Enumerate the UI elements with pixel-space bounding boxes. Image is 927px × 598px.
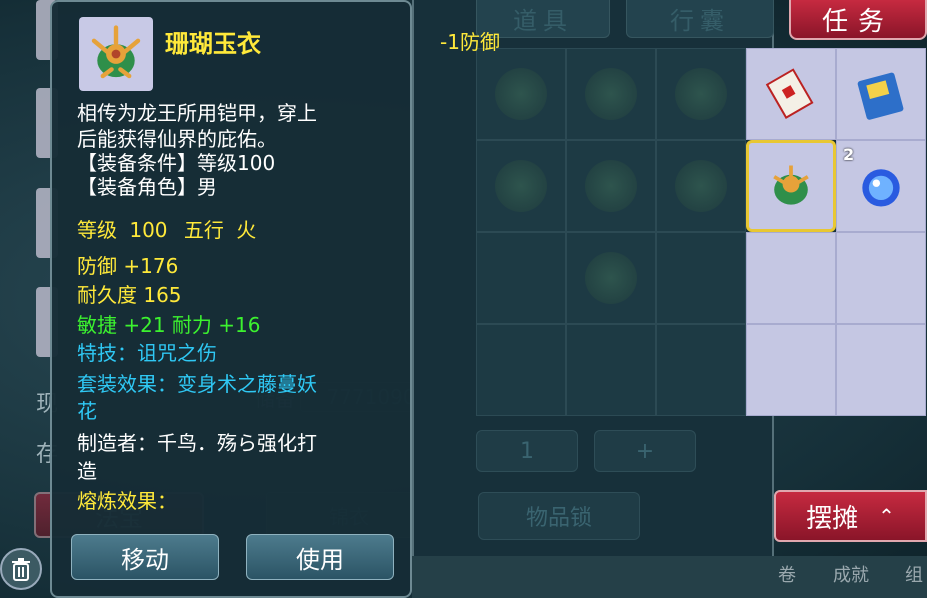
move-button[interactable]: 移动	[71, 534, 219, 580]
quantity-field[interactable]: 1	[476, 430, 578, 472]
inventory-slot[interactable]	[566, 48, 656, 140]
trash-icon	[12, 558, 30, 581]
inventory-slot[interactable]	[836, 324, 926, 416]
inventory-slot[interactable]	[566, 324, 656, 416]
inventory-slot[interactable]	[566, 232, 656, 324]
inventory-slot[interactable]	[746, 48, 836, 140]
inventory-slot[interactable]	[656, 232, 746, 324]
chevron-up-icon: ⌃	[878, 504, 895, 528]
effect-popup-text: -1防御	[440, 30, 500, 54]
maker-line: 制造者：千鸟．殇ら强化打	[77, 431, 317, 455]
inventory-slot[interactable]	[656, 140, 746, 232]
inventory-slot[interactable]	[476, 324, 566, 416]
item-name: 珊瑚玉衣	[165, 30, 261, 58]
equip-requirement-level: 【装备条件】等级100	[77, 151, 276, 175]
element-value: 火	[236, 218, 257, 242]
inventory-slot[interactable]	[656, 48, 746, 140]
item-lock-button[interactable]: 物品锁	[478, 492, 640, 540]
inventory-slot[interactable]	[746, 232, 836, 324]
bottom-item-group[interactable]: 组	[905, 561, 923, 587]
inventory-slot[interactable]	[476, 140, 566, 232]
set-effect-line: 套装效果：变身术之藤蔓妖	[77, 372, 317, 396]
inventory-slot[interactable]	[476, 232, 566, 324]
item-icon-frame	[79, 17, 153, 91]
inventory-slot[interactable]	[836, 232, 926, 324]
inventory-grid: 2	[476, 48, 926, 416]
item-description-line: 后能获得仙界的庇佑。	[77, 127, 277, 151]
stall-button[interactable]: 摆摊 ⌃	[774, 490, 927, 542]
trash-button[interactable]	[0, 548, 42, 590]
scroll-icon	[765, 68, 814, 119]
bottom-item-achievement[interactable]: 成就	[833, 561, 869, 587]
quantity-plus-button[interactable]: +	[594, 430, 696, 472]
item-description-line: 相传为龙王所用铠甲，穿上	[77, 101, 317, 125]
use-button[interactable]: 使用	[246, 534, 394, 580]
tab-bag[interactable]: 行囊	[626, 0, 774, 38]
durability-stat: 耐久度 165	[77, 283, 182, 307]
level-element-row: 等级 100 五行 火	[77, 217, 256, 243]
inventory-slot[interactable]	[836, 48, 926, 140]
book-icon	[857, 72, 904, 120]
tab-task[interactable]: 任务	[789, 0, 927, 40]
inventory-slot[interactable]	[476, 48, 566, 140]
bottom-item-scroll[interactable]: 卷	[778, 561, 796, 587]
stall-button-label: 摆摊	[806, 503, 859, 534]
coral-armor-icon	[773, 165, 809, 205]
level-value: 100	[129, 218, 168, 242]
stack-count: 2	[843, 145, 855, 164]
orb-icon	[862, 169, 900, 207]
set-effect-line: 花	[77, 399, 97, 423]
maker-line: 造	[77, 459, 97, 483]
equip-requirement-role: 【装备角色】男	[77, 175, 217, 199]
special-skill: 特技：诅咒之伤	[77, 341, 217, 365]
level-label: 等级	[77, 218, 117, 242]
inventory-slot[interactable]	[656, 324, 746, 416]
element-label: 五行	[183, 218, 224, 242]
inventory-slot[interactable]: 2	[836, 140, 926, 232]
bonus-stats: 敏捷 +21 耐力 +16	[77, 313, 261, 337]
inventory-slot[interactable]	[746, 324, 836, 416]
defense-stat: 防御 +176	[77, 254, 179, 278]
selected-inventory-slot[interactable]	[746, 140, 836, 232]
coral-armor-icon	[91, 25, 141, 79]
inventory-slot[interactable]	[566, 140, 656, 232]
refine-effect: 熔炼效果：	[77, 489, 177, 513]
